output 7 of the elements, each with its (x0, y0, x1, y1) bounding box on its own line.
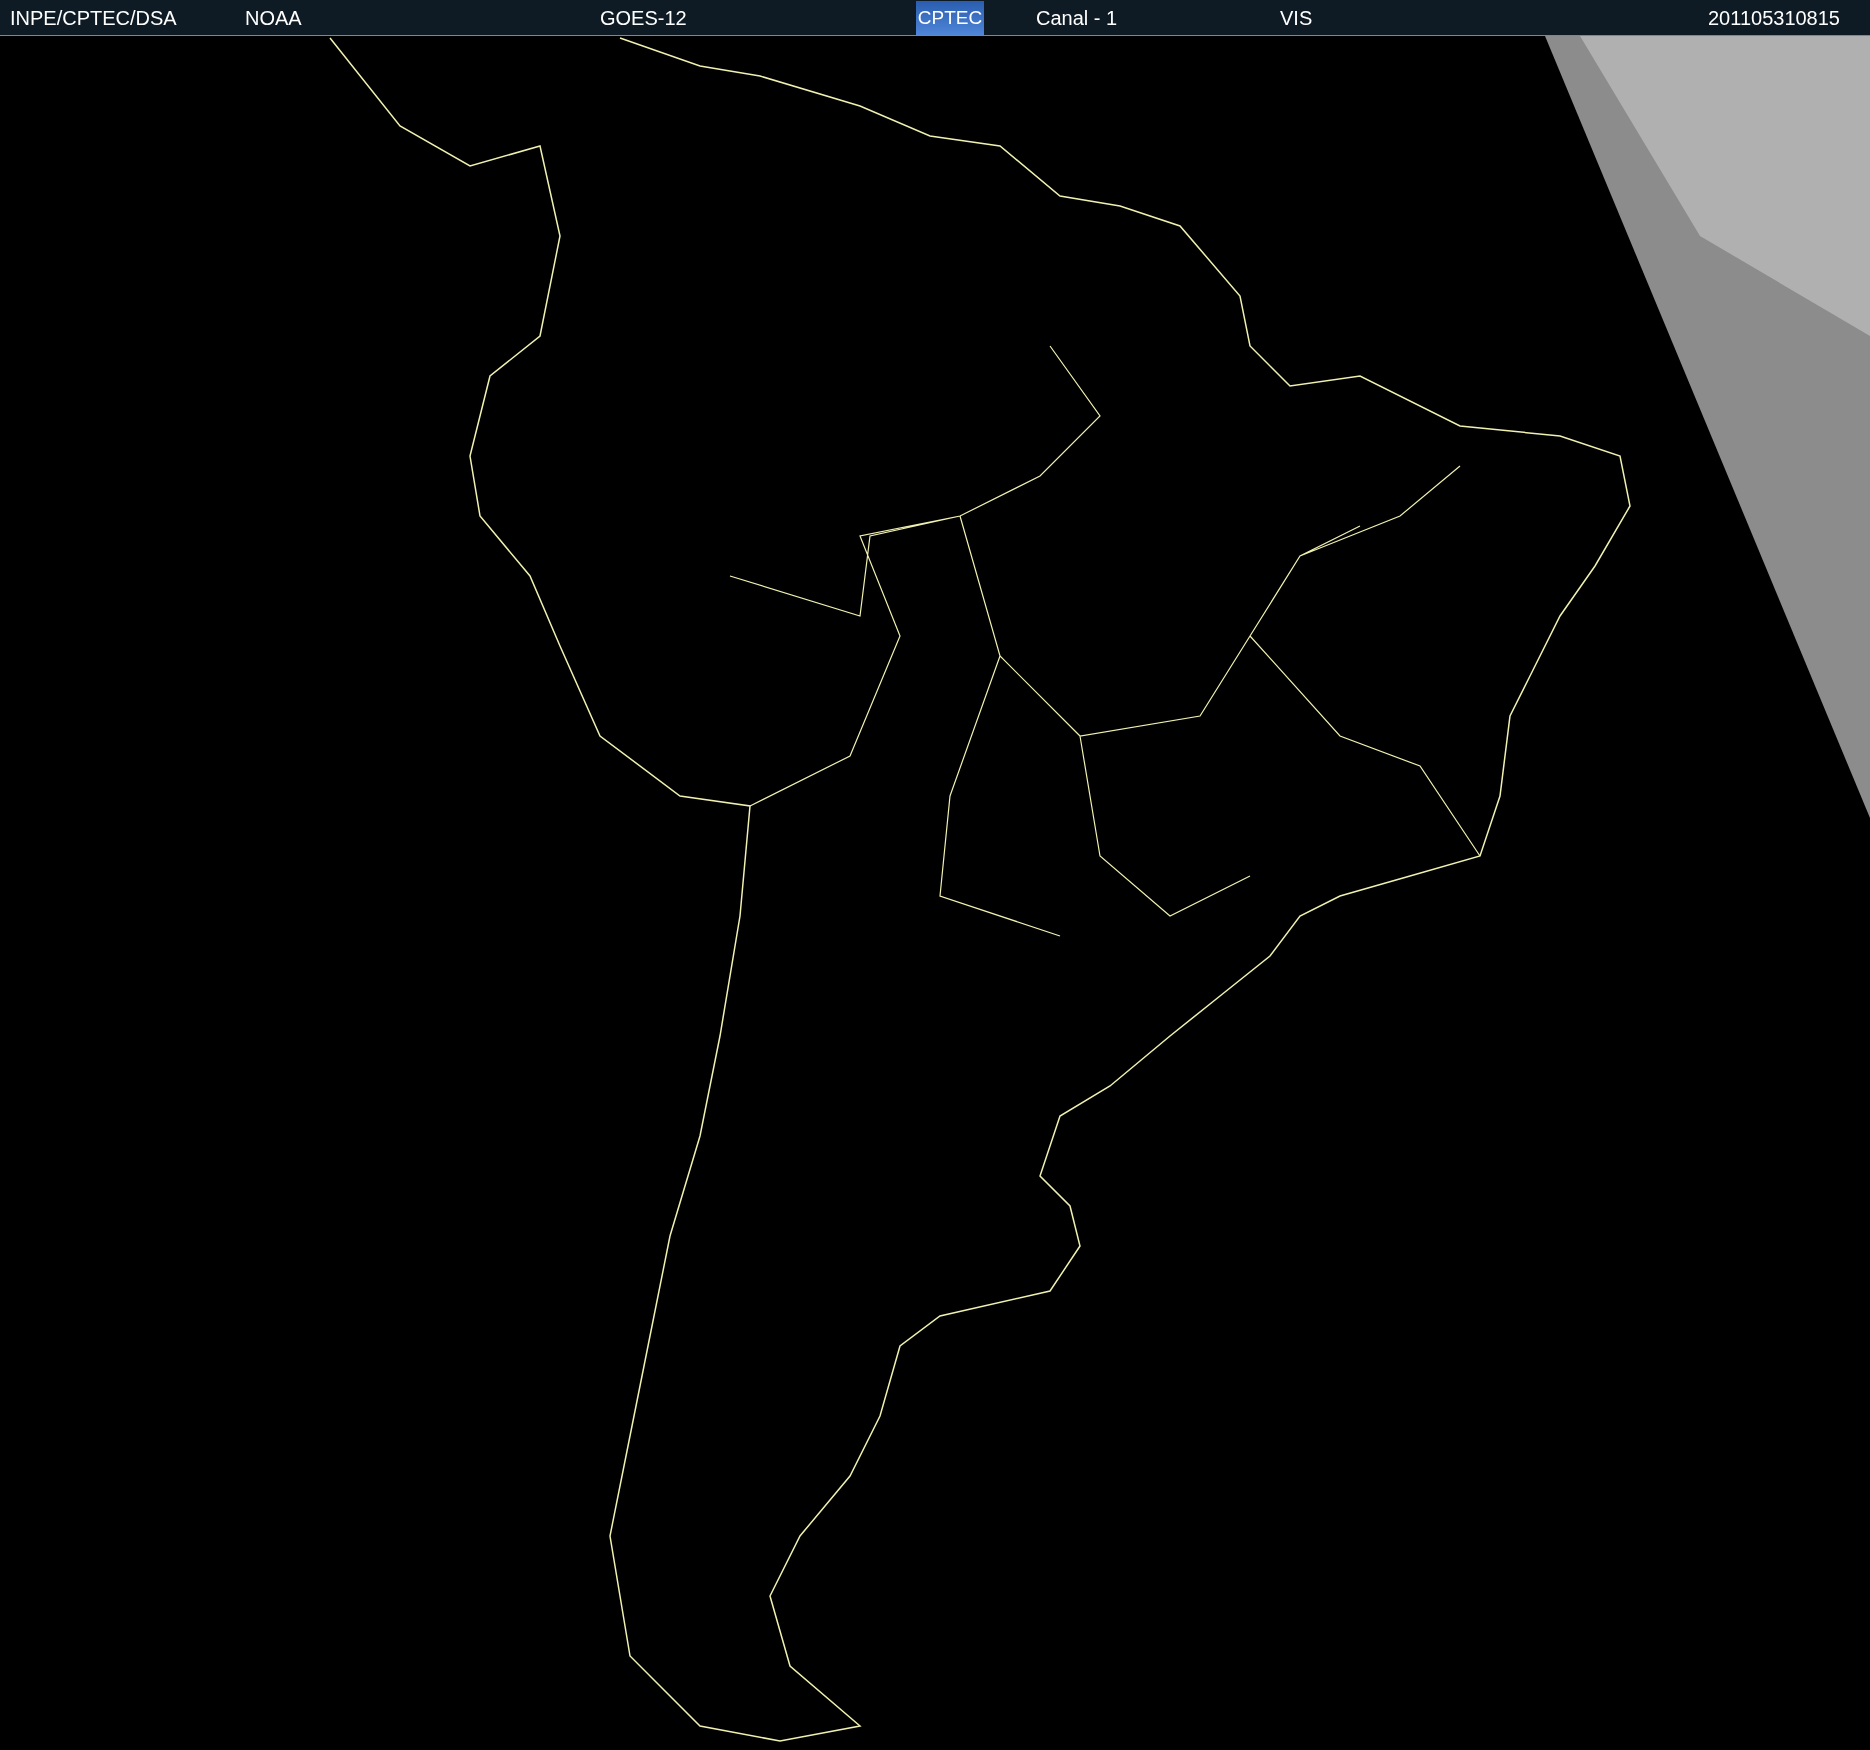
logo-badge: CPTEC (916, 0, 984, 35)
band-label: VIS (1280, 7, 1314, 28)
source-label: INPE/CPTEC/DSA (10, 7, 178, 28)
agency-label: NOAA (245, 7, 303, 28)
timestamp-label: 201105310815 (1707, 7, 1840, 28)
satellite-label: GOES-12 (600, 7, 688, 28)
channel-label: Canal - 1 (1036, 7, 1119, 28)
